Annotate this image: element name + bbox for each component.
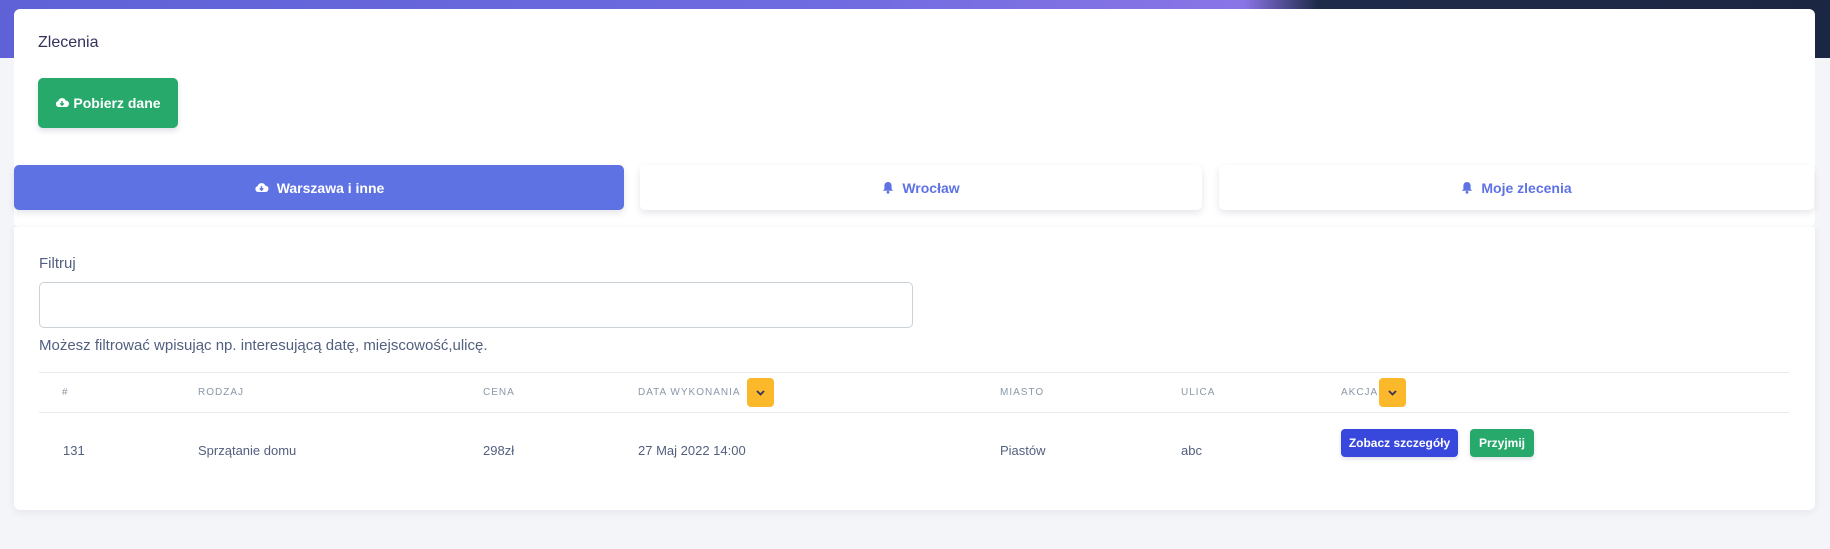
column-header-action: Akcja [1341, 387, 1379, 398]
cell-type: Sprzątanie domu [198, 443, 297, 458]
bell-icon [882, 181, 894, 194]
tab-warszawa[interactable]: Warszawa i inne [14, 165, 624, 210]
column-header-city: Miasto [1000, 387, 1045, 398]
column-header-id: # [62, 387, 69, 398]
cell-id: 131 [63, 443, 85, 458]
column-header-price: Cena [483, 387, 515, 398]
tab-moje-zlecenia[interactable]: Moje zlecenia [1219, 165, 1814, 210]
chevron-down-icon [1388, 389, 1397, 396]
column-header-date: Data wykonania [638, 387, 741, 398]
tab-label: Moje zlecenia [1481, 179, 1572, 196]
cell-date: 27 Maj 2022 14:00 [638, 443, 746, 458]
cloud-download-icon [254, 182, 269, 194]
filter-help-text: Możesz filtrować wpisując np. interesują… [39, 337, 488, 354]
sort-date-button[interactable] [747, 378, 774, 407]
orders-card [14, 227, 1815, 510]
cell-street: abc [1181, 443, 1202, 458]
page-title: Zlecenia [38, 34, 99, 51]
filter-input[interactable] [39, 282, 913, 328]
view-details-button[interactable]: Zobacz szczegóły [1341, 429, 1458, 457]
filter-label: Filtruj [39, 255, 76, 272]
table-divider [39, 372, 1789, 373]
column-header-type: Rodzaj [198, 387, 244, 398]
column-header-street: Ulica [1181, 387, 1216, 398]
accept-order-button[interactable]: Przyjmij [1470, 429, 1534, 457]
cell-city: Piastów [1000, 443, 1046, 458]
chevron-down-icon [756, 389, 765, 396]
cloud-download-icon [55, 97, 70, 109]
sort-action-button[interactable] [1379, 378, 1406, 407]
cell-price: 298zł [483, 443, 515, 458]
tab-label: Warszawa i inne [276, 179, 385, 196]
download-data-button[interactable]: Pobierz dane [38, 78, 178, 128]
tab-label: Wrocław [902, 179, 960, 196]
table-header-divider [39, 412, 1789, 413]
bell-icon [1461, 181, 1473, 194]
download-data-label: Pobierz dane [73, 95, 161, 111]
tab-wroclaw[interactable]: Wrocław [640, 165, 1202, 210]
